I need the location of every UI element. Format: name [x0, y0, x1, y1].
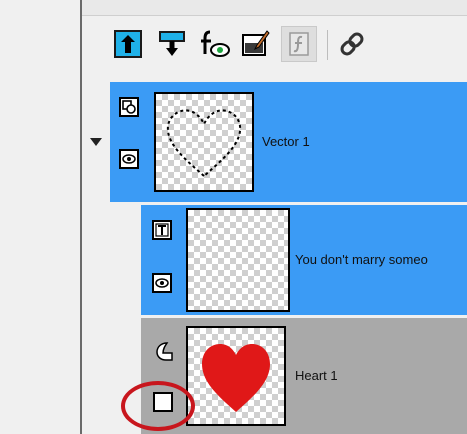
link-icon: [340, 32, 364, 56]
layer-name: Vector 1: [262, 134, 310, 149]
function-icon: [289, 32, 309, 56]
layer-name: You don't marry someo: [295, 252, 428, 267]
link-layers-button[interactable]: [334, 26, 370, 62]
layer-function-button[interactable]: [281, 26, 317, 62]
shape-layer-type-icon: [152, 340, 174, 362]
visibility-eye-icon[interactable]: [118, 148, 140, 170]
brush-icon: [242, 30, 270, 56]
fx-icon: [201, 30, 230, 57]
arrow-up-icon: [114, 30, 142, 58]
layers-list: Vector 1 You don't marry someo Heart 1: [82, 74, 467, 434]
heart-shape-icon: [202, 344, 270, 412]
layer-style-button[interactable]: [238, 26, 274, 62]
panel-header-strip: [82, 0, 467, 16]
layer-row-vector[interactable]: Vector 1: [82, 82, 467, 202]
layer-thumbnail: [186, 208, 290, 312]
layer-row-text[interactable]: You don't marry someo: [82, 205, 467, 315]
vector-layer-type-icon: [118, 96, 140, 118]
layer-effects-button[interactable]: [196, 26, 232, 62]
toolbar-separator: [327, 30, 328, 60]
layer-thumbnail: [186, 326, 286, 426]
arrow-down-icon: [159, 31, 185, 56]
left-gutter: [0, 0, 87, 434]
heart-outline-icon: [166, 109, 242, 178]
layers-toolbar: [82, 16, 467, 74]
expand-triangle-icon[interactable]: [90, 138, 102, 148]
annotation-highlight-circle: [121, 381, 195, 431]
layer-name: Heart 1: [295, 368, 338, 383]
visibility-eye-icon[interactable]: [151, 272, 173, 294]
layer-thumbnail: [154, 92, 254, 192]
text-layer-type-icon: [151, 219, 173, 241]
move-layer-up-button[interactable]: [110, 26, 146, 62]
move-layer-down-button[interactable]: [154, 26, 190, 62]
